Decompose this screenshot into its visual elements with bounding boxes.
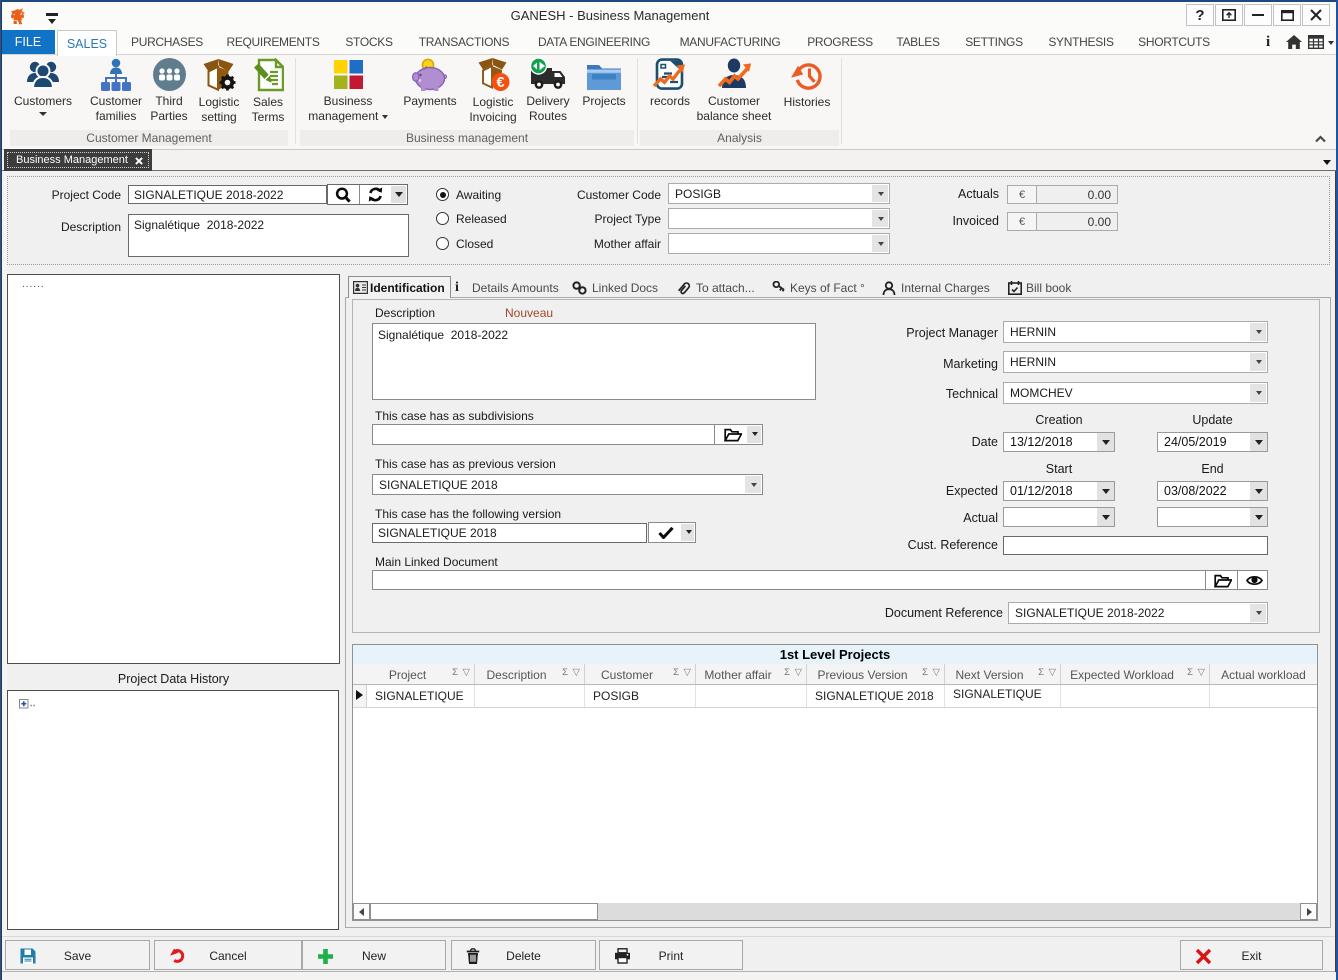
svg-text:€: € (496, 75, 504, 91)
